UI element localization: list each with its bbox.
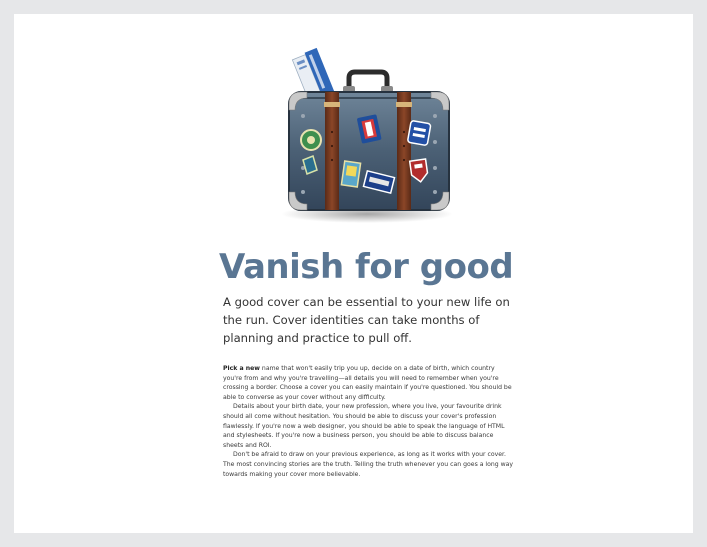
article-headline: Vanish for good (219, 247, 514, 287)
page-frame: Vanish for good A good cover can be esse… (14, 14, 693, 533)
paragraph-text: name that won't easily trip you up, deci… (223, 365, 512, 401)
paragraph: Details about your birth date, your new … (223, 403, 505, 449)
suitcase-icon (269, 42, 459, 232)
paragraph: Don't be afraid to draw on your previous… (223, 451, 514, 478)
paragraph: Pick a new name that won't easily trip y… (223, 364, 515, 402)
article-body: Pick a new name that won't easily trip y… (223, 364, 515, 479)
lead-in-text: Pick a new (223, 365, 260, 372)
article-lede: A good cover can be essential to your ne… (223, 295, 510, 345)
